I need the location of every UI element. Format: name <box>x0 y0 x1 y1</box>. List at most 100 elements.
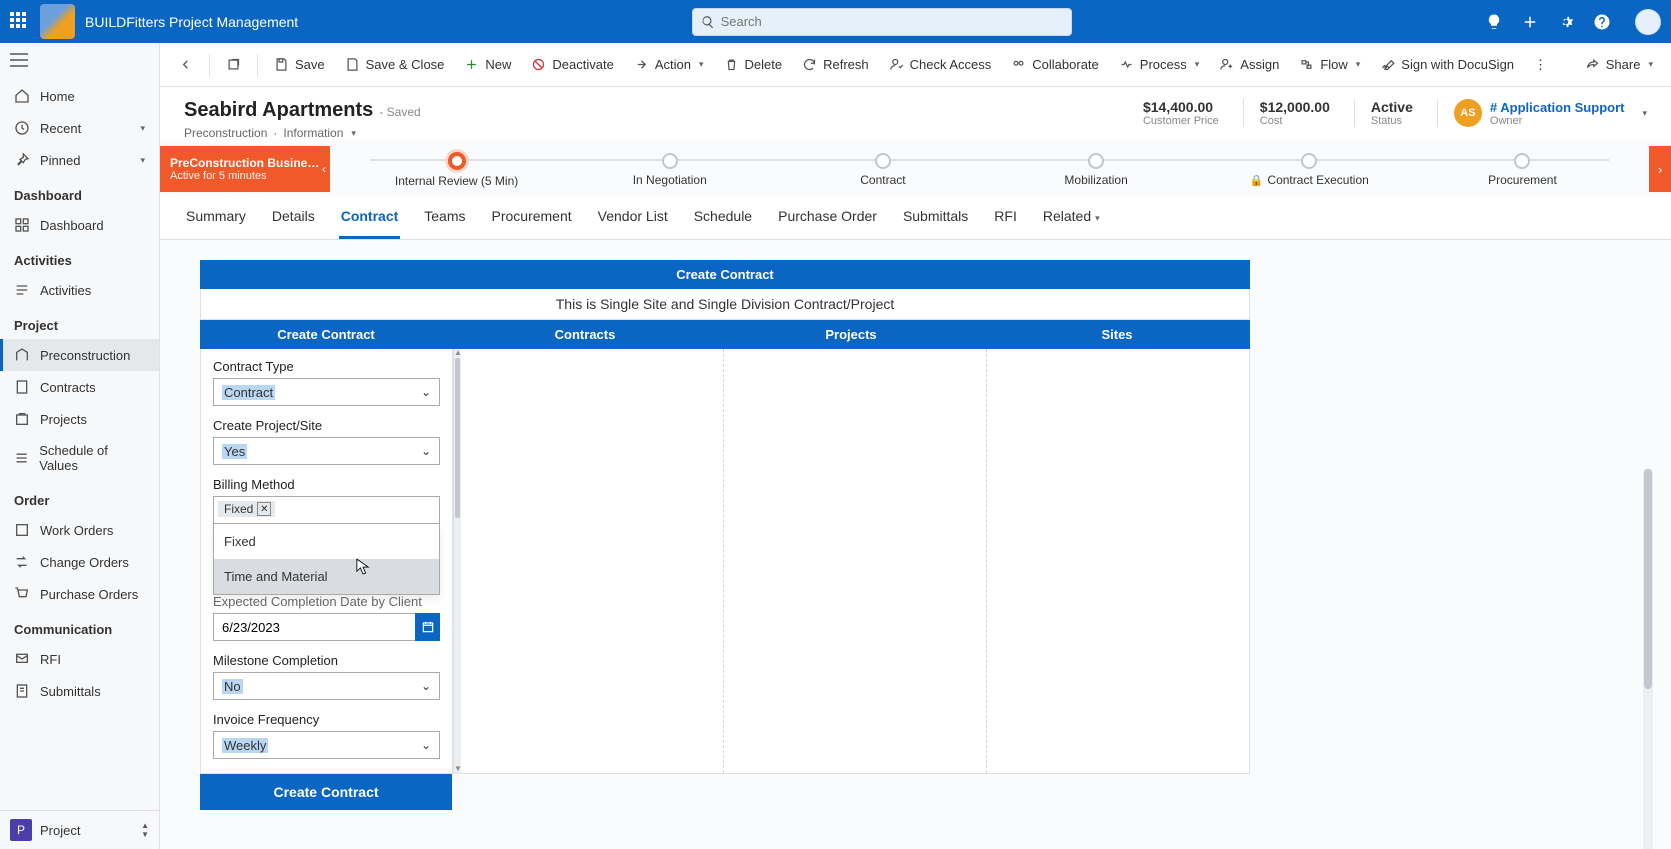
page-scrollbar[interactable] <box>1643 468 1653 849</box>
calendar-icon <box>421 620 435 634</box>
collaborate-button[interactable]: Collaborate <box>1003 51 1107 78</box>
help-icon[interactable] <box>1593 13 1611 31</box>
lightbulb-icon[interactable] <box>1485 13 1503 31</box>
sidebar-item-sov[interactable]: Schedule of Values <box>0 435 159 481</box>
action-button[interactable]: Action▾ <box>626 51 712 78</box>
panel-tab-sites[interactable]: Sites <box>984 320 1250 349</box>
flow-icon <box>1299 57 1314 72</box>
create-contract-panel: Create Contract This is Single Site and … <box>200 260 1250 810</box>
tab-related[interactable]: Related▾ <box>1041 196 1102 239</box>
tab-teams[interactable]: Teams <box>422 196 467 239</box>
assign-button[interactable]: Assign <box>1211 51 1287 78</box>
sidebar-item-rfi[interactable]: RFI <box>0 643 159 675</box>
create-contract-button[interactable]: Create Contract <box>200 774 452 810</box>
tab-rfi[interactable]: RFI <box>992 196 1019 239</box>
form-selector[interactable]: Information <box>283 126 343 140</box>
plus-icon <box>464 57 479 72</box>
chevron-down-icon[interactable]: ▾ <box>1642 108 1647 119</box>
sites-column <box>987 349 1249 773</box>
sidebar-item-label: RFI <box>40 652 61 667</box>
sidebar-item-preconstruction[interactable]: Preconstruction <box>0 339 159 371</box>
sidebar-item-pinned[interactable]: Pinned ▾ <box>0 144 159 176</box>
new-button[interactable]: New <box>456 51 519 78</box>
global-search-input[interactable] <box>721 14 1063 29</box>
milestone-completion-select[interactable]: No⌄ <box>213 672 440 700</box>
tab-procurement[interactable]: Procurement <box>490 196 574 239</box>
sidebar-item-contracts[interactable]: Contracts <box>0 371 159 403</box>
bpf-next-button[interactable]: › <box>1649 146 1671 192</box>
panel-tab-create[interactable]: Create Contract <box>200 320 452 349</box>
save-close-icon <box>345 57 360 72</box>
sidebar-item-activities[interactable]: Activities <box>0 274 159 306</box>
invoice-frequency-select[interactable]: Weekly⌄ <box>213 731 440 759</box>
sidebar-item-projects[interactable]: Projects <box>0 403 159 435</box>
sidebar-item-label: Activities <box>40 283 91 298</box>
app-launcher-icon[interactable] <box>10 12 30 32</box>
flow-button[interactable]: Flow▾ <box>1291 51 1368 78</box>
bpf-stage-procurement[interactable]: Procurement <box>1416 151 1629 187</box>
sidebar-item-purchase-orders[interactable]: Purchase Orders <box>0 578 159 610</box>
expected-completion-date-input[interactable] <box>213 613 415 641</box>
add-icon[interactable] <box>1521 13 1539 31</box>
area-switcher[interactable]: P Project ▲▼ <box>0 810 159 849</box>
settings-gear-icon[interactable] <box>1557 13 1575 31</box>
back-button[interactable] <box>170 51 201 78</box>
owner-link[interactable]: # Application Support <box>1490 100 1625 115</box>
overflow-button[interactable]: ⋮ <box>1526 51 1557 79</box>
form-scrollbar[interactable]: ▲▼ <box>453 349 461 773</box>
area-label: Project <box>40 823 80 838</box>
chevron-left-icon: ‹ <box>322 162 326 176</box>
share-button[interactable]: Share▾ <box>1577 51 1661 78</box>
save-button[interactable]: Save <box>266 51 333 78</box>
save-close-button[interactable]: Save & Close <box>337 51 453 78</box>
sidebar-item-submittals[interactable]: Submittals <box>0 675 159 707</box>
billing-option-time-material[interactable]: Time and Material <box>214 559 439 594</box>
app-logo <box>40 4 75 39</box>
billing-method-multiselect[interactable]: Fixed✕ <box>213 496 440 524</box>
purchase-orders-icon <box>14 586 30 602</box>
save-status: - Saved <box>379 105 420 119</box>
refresh-button[interactable]: Refresh <box>794 51 877 78</box>
tab-summary[interactable]: Summary <box>184 196 248 239</box>
create-project-site-select[interactable]: Yes⌄ <box>213 437 440 465</box>
user-avatar[interactable] <box>1635 9 1661 35</box>
tab-schedule[interactable]: Schedule <box>692 196 754 239</box>
sidebar-item-dashboard[interactable]: Dashboard <box>0 209 159 241</box>
sidebar-item-recent[interactable]: Recent ▾ <box>0 112 159 144</box>
hamburger-icon[interactable] <box>0 43 159 80</box>
delete-button[interactable]: Delete <box>716 51 791 78</box>
sidebar-item-label: Submittals <box>40 684 101 699</box>
deactivate-button[interactable]: Deactivate <box>523 51 621 78</box>
sign-docusign-button[interactable]: Sign with DocuSign <box>1372 51 1522 78</box>
billing-option-fixed[interactable]: Fixed <box>214 524 439 559</box>
contract-type-select[interactable]: Contract⌄ <box>213 378 440 406</box>
bpf-stage-internal-review[interactable]: Internal Review (5 Min) <box>350 150 563 188</box>
bpf-stage-contract[interactable]: Contract <box>776 151 989 187</box>
tab-details[interactable]: Details <box>270 196 317 239</box>
process-button[interactable]: Process▾ <box>1111 51 1208 78</box>
panel-tab-projects[interactable]: Projects <box>718 320 984 349</box>
bpf-active-flag[interactable]: PreConstruction Busines... Active for 5 … <box>160 146 330 192</box>
check-access-button[interactable]: Check Access <box>881 51 1000 78</box>
pin-icon <box>14 152 30 168</box>
tab-contract[interactable]: Contract <box>339 196 401 239</box>
sidebar-item-label: Contracts <box>40 380 96 395</box>
chevron-down-icon: ⌄ <box>421 385 431 399</box>
sidebar-group-communication: Communication <box>0 610 159 643</box>
tab-submittals[interactable]: Submittals <box>901 196 970 239</box>
tab-vendor-list[interactable]: Vendor List <box>596 196 670 239</box>
global-search[interactable] <box>692 8 1072 36</box>
chevron-down-icon: ▾ <box>140 155 145 166</box>
date-picker-button[interactable] <box>415 613 440 641</box>
sidebar-item-change-orders[interactable]: Change Orders <box>0 546 159 578</box>
sidebar-item-home[interactable]: Home <box>0 80 159 112</box>
open-new-window-button[interactable] <box>218 51 249 78</box>
bpf-stage-negotiation[interactable]: In Negotiation <box>563 151 776 187</box>
chip-remove-icon[interactable]: ✕ <box>257 502 271 516</box>
sidebar-item-work-orders[interactable]: Work Orders <box>0 514 159 546</box>
bpf-stage-mobilization[interactable]: Mobilization <box>990 151 1203 187</box>
bpf-stage-contract-execution[interactable]: 🔒Contract Execution <box>1203 151 1416 187</box>
sidebar-group-order: Order <box>0 481 159 514</box>
tab-purchase-order[interactable]: Purchase Order <box>776 196 879 239</box>
panel-tab-contracts[interactable]: Contracts <box>452 320 718 349</box>
